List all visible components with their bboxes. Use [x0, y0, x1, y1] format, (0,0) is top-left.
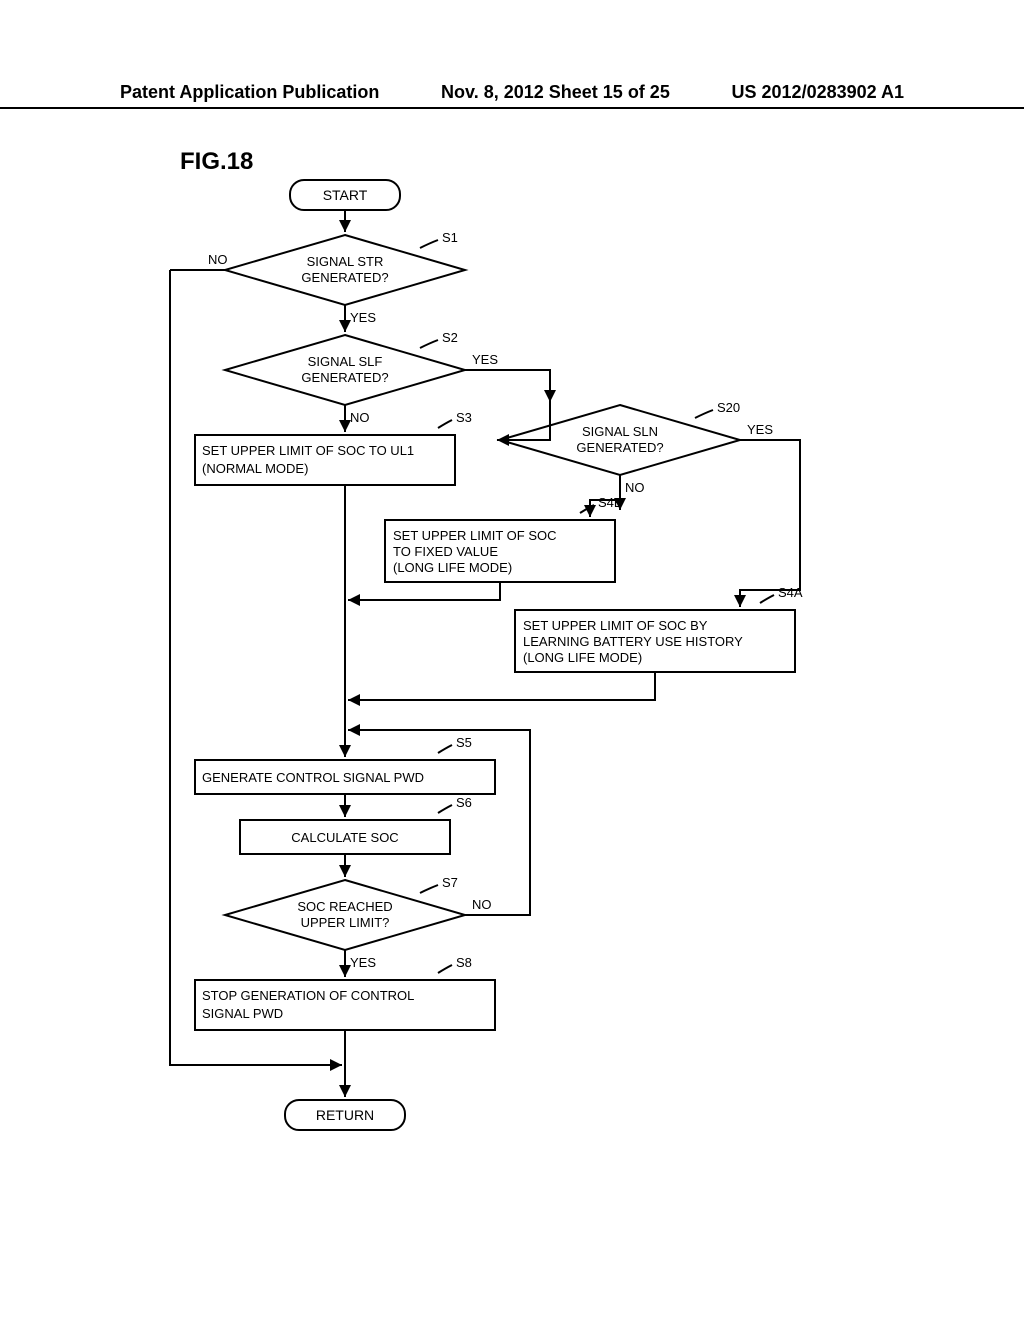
- s4a-line3: (LONG LIFE MODE): [523, 650, 642, 665]
- page: Patent Application Publication Nov. 8, 2…: [0, 0, 1024, 1320]
- page-header: Patent Application Publication Nov. 8, 2…: [0, 82, 1024, 109]
- header-left: Patent Application Publication: [120, 82, 379, 103]
- return-label: RETURN: [316, 1107, 374, 1123]
- s7-line2: UPPER LIMIT?: [301, 915, 390, 930]
- s4b-line1: SET UPPER LIMIT OF SOC: [393, 528, 557, 543]
- s3-tag: S3: [456, 410, 472, 425]
- flowchart: START SIGNAL STR GENERATED? S1 NO YES SI…: [120, 170, 920, 1270]
- s8-line1: STOP GENERATION OF CONTROL: [202, 988, 414, 1003]
- s3-line2: (NORMAL MODE): [202, 461, 308, 476]
- s20-no: NO: [625, 480, 645, 495]
- s6-tag: S6: [456, 795, 472, 810]
- start-label: START: [323, 187, 368, 203]
- s20-line2: GENERATED?: [576, 440, 663, 455]
- s3-line1: SET UPPER LIMIT OF SOC TO UL1: [202, 443, 414, 458]
- s7-yes: YES: [350, 955, 376, 970]
- s4a-tag: S4A: [778, 585, 803, 600]
- header-center: Nov. 8, 2012 Sheet 15 of 25: [441, 82, 670, 103]
- s5-line1: GENERATE CONTROL SIGNAL PWD: [202, 770, 424, 785]
- s1-no: NO: [208, 252, 228, 267]
- s5-tag: S5: [456, 735, 472, 750]
- s4b-tag: S4B: [598, 495, 623, 510]
- s20-line1: SIGNAL SLN: [582, 424, 658, 439]
- s4a-line2: LEARNING BATTERY USE HISTORY: [523, 634, 743, 649]
- s4b-line2: TO FIXED VALUE: [393, 544, 498, 559]
- s7-no: NO: [472, 897, 492, 912]
- s2-line2: GENERATED?: [301, 370, 388, 385]
- header-right: US 2012/0283902 A1: [732, 82, 904, 103]
- s20-tag: S20: [717, 400, 740, 415]
- s2-tag: S2: [442, 330, 458, 345]
- s2-no: NO: [350, 410, 370, 425]
- s2-yes: YES: [472, 352, 498, 367]
- s1-yes: YES: [350, 310, 376, 325]
- s4b-line3: (LONG LIFE MODE): [393, 560, 512, 575]
- s2-line1: SIGNAL SLF: [308, 354, 383, 369]
- s6-line1: CALCULATE SOC: [291, 830, 398, 845]
- s4a-line1: SET UPPER LIMIT OF SOC BY: [523, 618, 708, 633]
- s1-line2: GENERATED?: [301, 270, 388, 285]
- s1-line1: SIGNAL STR: [307, 254, 384, 269]
- s1-tag: S1: [442, 230, 458, 245]
- s7-tag: S7: [442, 875, 458, 890]
- s20-yes: YES: [747, 422, 773, 437]
- s8-line2: SIGNAL PWD: [202, 1006, 283, 1021]
- s8-tag: S8: [456, 955, 472, 970]
- s7-line1: SOC REACHED: [297, 899, 392, 914]
